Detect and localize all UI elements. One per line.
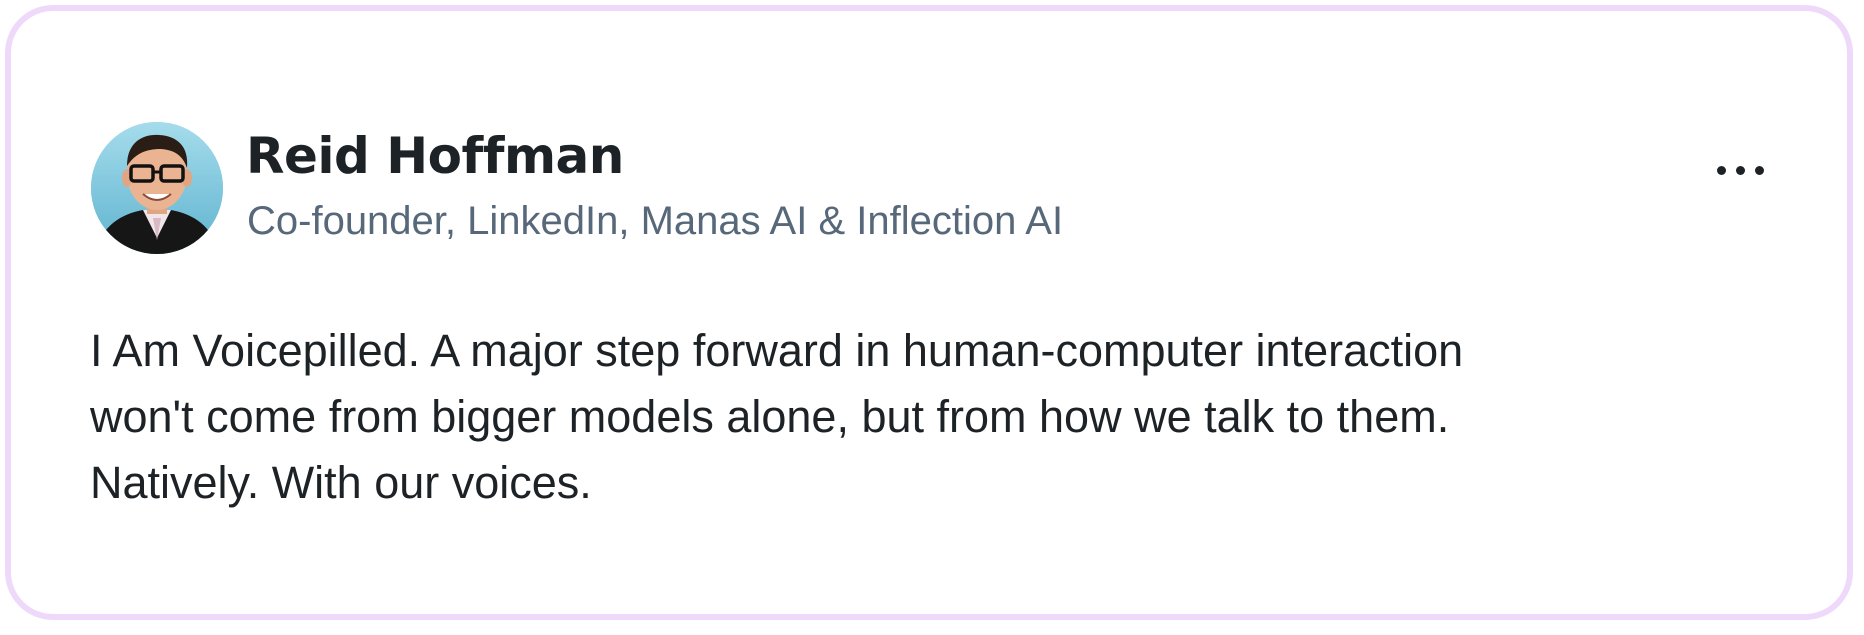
post-text-line: won't come from bigger models alone, but… <box>90 391 1450 442</box>
ellipsis-icon <box>1754 165 1764 175</box>
profile-photo <box>91 122 223 254</box>
ellipsis-icon <box>1735 165 1745 175</box>
post-text-line: I Am Voicepilled. A major step forward i… <box>90 325 1464 376</box>
avatar[interactable] <box>91 122 223 254</box>
more-options-button[interactable] <box>1700 148 1780 192</box>
author-headline: Co-founder, LinkedIn, Manas AI & Inflect… <box>247 199 1064 243</box>
author-name[interactable]: Reid Hoffman <box>246 126 624 186</box>
post-text: I Am Voicepilled. A major step forward i… <box>90 318 1790 516</box>
post-text-line: Natively. With our voices. <box>90 457 592 508</box>
post-card <box>5 5 1853 620</box>
ellipsis-icon <box>1716 165 1726 175</box>
